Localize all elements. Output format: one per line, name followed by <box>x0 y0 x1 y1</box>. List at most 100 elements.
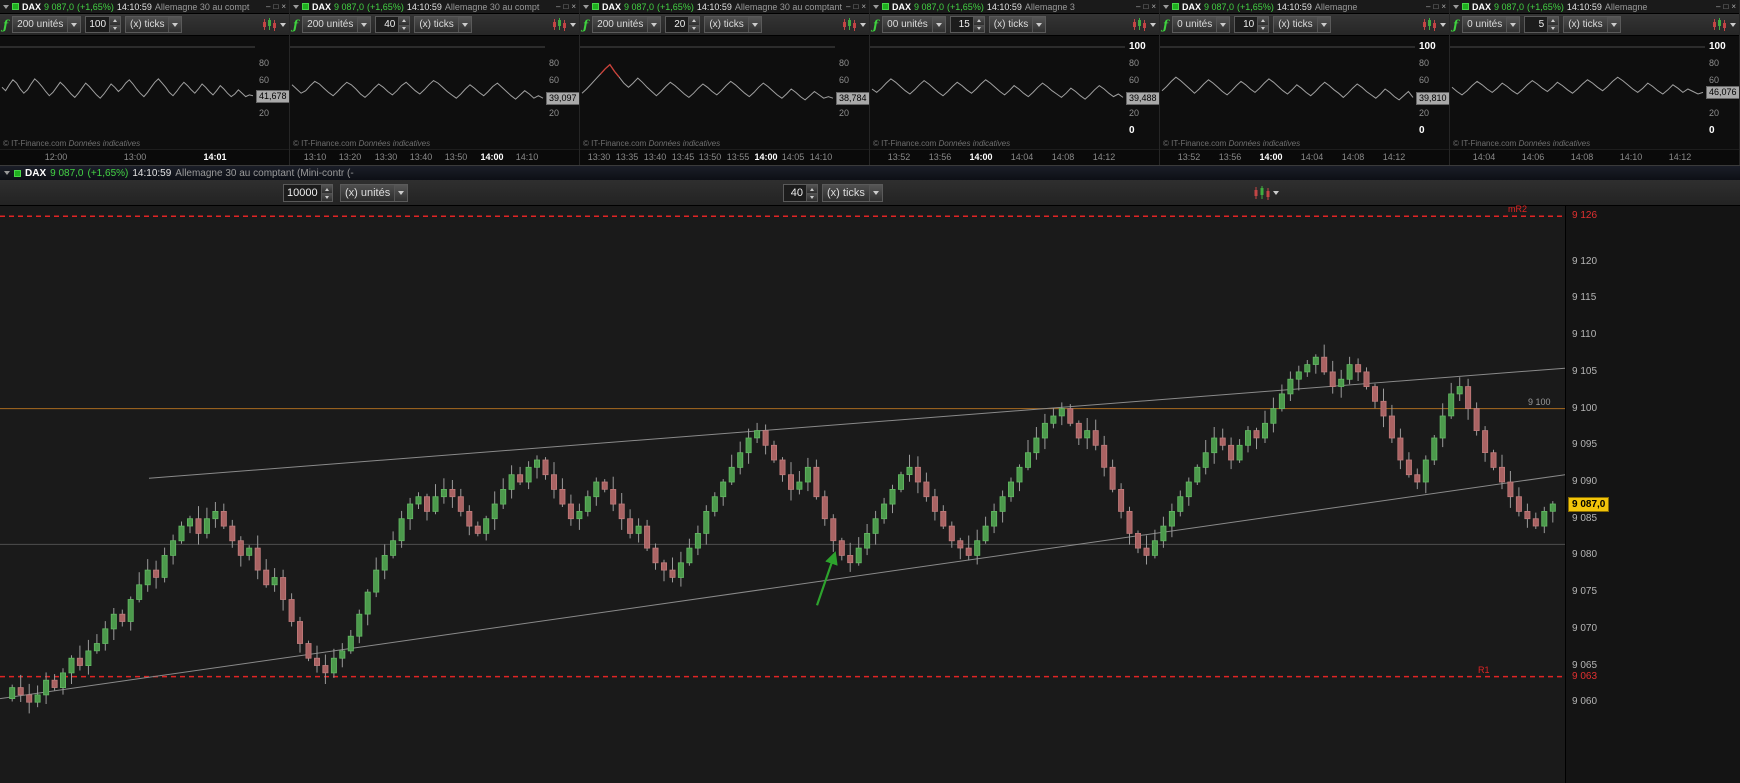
indicator-chart-area[interactable]: 100806020039,810 © IT-Finance.com Donnée… <box>1160 36 1449 149</box>
panel-title-bar[interactable]: DAX 9 087,0 (+1,65%) 14:10:59 Allemagne … <box>0 0 289 13</box>
ticks-dropdown[interactable]: (x) ticks <box>704 16 761 33</box>
chart-style-button[interactable] <box>1422 18 1446 31</box>
panel-title-bar[interactable]: DAX 9 087,0 (+1,65%) 14:10:59 Allemagne … <box>580 0 869 13</box>
minimize-button[interactable]: – <box>846 3 850 11</box>
chart-style-button[interactable] <box>1253 186 1279 200</box>
indicator-f-icon[interactable]: ƒ <box>1453 19 1458 31</box>
indicator-f-icon[interactable]: ƒ <box>583 19 588 31</box>
spinner-up-icon[interactable] <box>689 17 699 25</box>
indicator-f-icon[interactable]: ƒ <box>293 19 298 31</box>
spinner-up-icon[interactable] <box>1548 17 1558 25</box>
units-dropdown[interactable]: 200 unités <box>12 16 81 33</box>
restore-button[interactable]: □ <box>1143 3 1148 11</box>
indicator-chart-area[interactable]: 80602039,097 © IT-Finance.com Données in… <box>290 36 579 149</box>
spinner-up-icon[interactable] <box>110 17 120 25</box>
restore-button[interactable]: □ <box>853 3 858 11</box>
instrument-menu-caret-icon[interactable] <box>873 5 879 9</box>
ticks-value-spinner[interactable]: 15 <box>950 16 985 33</box>
chart-style-button[interactable] <box>842 18 866 31</box>
indicator-f-icon[interactable]: ƒ <box>873 19 878 31</box>
indicator-f-icon[interactable]: ƒ <box>3 19 8 31</box>
chart-style-button[interactable] <box>262 18 286 31</box>
ticks-dropdown[interactable]: (x) ticks <box>1273 16 1330 33</box>
dropdown-arrow-icon[interactable] <box>869 185 882 201</box>
spinner-up-icon[interactable] <box>322 185 332 193</box>
ticks-dropdown[interactable]: (x) ticks <box>125 16 182 33</box>
units-dropdown[interactable]: 200 unités <box>302 16 371 33</box>
dropdown-arrow-icon[interactable] <box>1506 17 1519 32</box>
dropdown-arrow-icon[interactable] <box>168 17 181 32</box>
dropdown-arrow-icon[interactable] <box>394 185 407 201</box>
spinner-down-icon[interactable] <box>1258 25 1268 33</box>
panel-title-bar[interactable]: DAX 9 087,0 (+1,65%) 14:10:59 Allemagne … <box>1450 0 1739 13</box>
units-dropdown[interactable]: 0 unités <box>1172 16 1230 33</box>
indicator-chart-area[interactable]: 80602038,784 © IT-Finance.com Données in… <box>580 36 869 149</box>
panel-title-bar[interactable]: DAX 9 087,0 (+1,65%) 14:10:59 Allemagne … <box>290 0 579 13</box>
instrument-menu-caret-icon[interactable] <box>3 5 9 9</box>
ticks-value-spinner[interactable]: 5 <box>1524 16 1559 33</box>
ticks-dropdown[interactable]: (x) ticks <box>822 184 883 202</box>
chart-style-button[interactable] <box>552 18 576 31</box>
instrument-menu-caret-icon[interactable] <box>583 5 589 9</box>
chart-style-button[interactable] <box>1712 18 1736 31</box>
spinner-down-icon[interactable] <box>399 25 409 33</box>
dropdown-arrow-icon[interactable] <box>1032 17 1045 32</box>
dropdown-arrow-icon[interactable] <box>1317 17 1330 32</box>
restore-button[interactable]: □ <box>563 3 568 11</box>
units-dropdown[interactable]: 0 unités <box>1462 16 1520 33</box>
close-button[interactable]: × <box>571 3 576 11</box>
dropdown-arrow-icon[interactable] <box>458 17 471 32</box>
spinner-down-icon[interactable] <box>807 193 817 201</box>
close-button[interactable]: × <box>1441 3 1446 11</box>
minimize-button[interactable]: – <box>266 3 270 11</box>
dropdown-arrow-icon[interactable] <box>748 17 761 32</box>
units-dropdown[interactable]: 00 unités <box>882 16 946 33</box>
instrument-menu-caret-icon[interactable] <box>1453 5 1459 9</box>
main-title-bar[interactable]: DAX 9 087,0 (+1,65%) 14:10:59 Allemagne … <box>0 166 1740 180</box>
units-value-spinner[interactable]: 10000 <box>283 184 333 202</box>
spinner-up-icon[interactable] <box>1258 17 1268 25</box>
close-button[interactable]: × <box>281 3 286 11</box>
spinner-down-icon[interactable] <box>1548 25 1558 33</box>
instrument-menu-caret-icon[interactable] <box>1163 5 1169 9</box>
spinner-up-icon[interactable] <box>807 185 817 193</box>
ticks-value-spinner[interactable]: 100 <box>85 16 121 33</box>
spinner-down-icon[interactable] <box>974 25 984 33</box>
main-chart-area[interactable]: mR2R19 100 <box>0 206 1565 783</box>
restore-button[interactable]: □ <box>273 3 278 11</box>
spinner-down-icon[interactable] <box>689 25 699 33</box>
indicator-f-icon[interactable]: ƒ <box>1163 19 1168 31</box>
units-dropdown[interactable]: 200 unités <box>592 16 661 33</box>
indicator-chart-area[interactable]: 100806020039,488 © IT-Finance.com Donnée… <box>870 36 1159 149</box>
indicator-chart-area[interactable]: 100806020046,076 © IT-Finance.com Donnée… <box>1450 36 1739 149</box>
restore-button[interactable]: □ <box>1433 3 1438 11</box>
panel-title-bar[interactable]: DAX 9 087,0 (+1,65%) 14:10:59 Allemagne … <box>870 0 1159 13</box>
dropdown-arrow-icon[interactable] <box>1216 17 1229 32</box>
minimize-button[interactable]: – <box>1716 3 1720 11</box>
restore-button[interactable]: □ <box>1723 3 1728 11</box>
close-button[interactable]: × <box>1731 3 1736 11</box>
units-dropdown[interactable]: (x) unités <box>340 184 408 202</box>
close-button[interactable]: × <box>1151 3 1156 11</box>
instrument-menu-caret-icon[interactable] <box>293 5 299 9</box>
instrument-menu-caret-icon[interactable] <box>4 171 10 175</box>
close-button[interactable]: × <box>861 3 866 11</box>
spinner-up-icon[interactable] <box>974 17 984 25</box>
ticks-value-spinner[interactable]: 40 <box>783 184 818 202</box>
spinner-down-icon[interactable] <box>110 25 120 33</box>
panel-title-bar[interactable]: DAX 9 087,0 (+1,65%) 14:10:59 Allemagne … <box>1160 0 1449 13</box>
ticks-dropdown[interactable]: (x) ticks <box>414 16 471 33</box>
ticks-value-spinner[interactable]: 10 <box>1234 16 1269 33</box>
dropdown-arrow-icon[interactable] <box>67 17 80 32</box>
ticks-value-spinner[interactable]: 40 <box>375 16 410 33</box>
spinner-up-icon[interactable] <box>399 17 409 25</box>
ticks-dropdown[interactable]: (x) ticks <box>989 16 1046 33</box>
dropdown-arrow-icon[interactable] <box>1607 17 1620 32</box>
minimize-button[interactable]: – <box>1426 3 1430 11</box>
ticks-value-spinner[interactable]: 20 <box>665 16 700 33</box>
dropdown-arrow-icon[interactable] <box>647 17 660 32</box>
ticks-dropdown[interactable]: (x) ticks <box>1563 16 1620 33</box>
spinner-down-icon[interactable] <box>322 193 332 201</box>
dropdown-arrow-icon[interactable] <box>932 17 945 32</box>
dropdown-arrow-icon[interactable] <box>357 17 370 32</box>
